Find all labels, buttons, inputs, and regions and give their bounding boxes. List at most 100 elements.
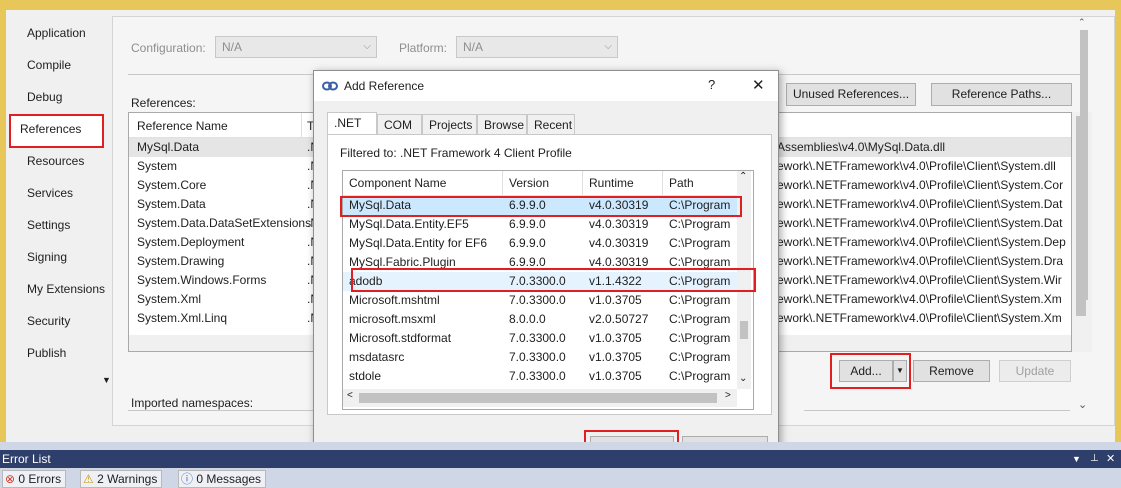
- messages-filter-button[interactable]: ⓘ 0 Messages: [178, 470, 267, 488]
- component-version: 7.0.3300.0: [509, 331, 566, 345]
- page-scroll-down-icon[interactable]: ⌄: [1078, 400, 1090, 411]
- tab-browse[interactable]: Browse: [477, 114, 527, 135]
- reference-name: System.Deployment: [137, 235, 245, 249]
- component-version: 7.0.3300.0: [509, 293, 566, 307]
- list-item[interactable]: MySql.Data.Entity.EF5 6.9.9.0 v4.0.30319…: [343, 215, 737, 234]
- error-list-title: Error List: [2, 452, 51, 466]
- error-list-titlebar: Error List ▼ ⊥ ✕: [0, 450, 1121, 468]
- remove-reference-button[interactable]: Remove: [913, 360, 990, 382]
- unused-references-button[interactable]: Unused References...: [786, 83, 916, 106]
- update-reference-button[interactable]: Update: [999, 360, 1071, 382]
- dropdown-icon[interactable]: ▼: [1072, 450, 1081, 468]
- reference-path: Assemblies\v4.0\MySql.Data.dll: [777, 140, 946, 154]
- component-version: 8.0.0.0: [509, 312, 546, 326]
- sidebar-item-label: Compile: [27, 58, 72, 72]
- messages-count: 0 Messages: [196, 472, 262, 486]
- column-header-reference-name[interactable]: Reference Name: [137, 119, 228, 133]
- sidebar-item-label: Publish: [27, 346, 67, 360]
- scrollbar-thumb[interactable]: [359, 393, 717, 403]
- reference-path: ework\.NETFramework\v4.0\Profile\Client\…: [777, 178, 1064, 192]
- column-header-component-name[interactable]: Component Name: [343, 171, 503, 195]
- component-list-horizontal-scrollbar[interactable]: < >: [343, 389, 737, 407]
- list-item[interactable]: Microsoft.stdformat 7.0.3300.0 v1.0.3705…: [343, 329, 737, 348]
- page-scroll-up-icon[interactable]: ⌃: [1078, 18, 1090, 27]
- imported-namespaces-label: Imported namespaces:: [131, 396, 254, 410]
- sidebar-item-my-extensions[interactable]: My Extensions: [16, 274, 110, 304]
- component-runtime: v4.0.30319: [589, 236, 649, 250]
- close-button[interactable]: ✕: [752, 76, 765, 94]
- component-path: C:\Program: [669, 312, 731, 326]
- properties-sidebar: Application Compile Debug References Res…: [6, 12, 112, 385]
- platform-select: N/A ⌵: [456, 36, 618, 58]
- sidebar-item-publish[interactable]: Publish: [16, 338, 110, 368]
- column-header-version[interactable]: Version: [503, 171, 583, 195]
- list-item[interactable]: microsoft.msxml 8.0.0.0 v2.0.50727 C:\Pr…: [343, 310, 737, 329]
- sidebar-scroll-down-icon[interactable]: ▼: [102, 375, 111, 385]
- link-icon: [322, 81, 338, 91]
- component-runtime: v1.0.3705: [589, 293, 642, 307]
- chevron-up-icon[interactable]: ⌃: [739, 171, 747, 182]
- tab-dotnet[interactable]: .NET: [327, 112, 377, 135]
- platform-value: N/A: [463, 40, 484, 54]
- divider: [804, 410, 1070, 411]
- chevron-left-icon[interactable]: <: [347, 390, 353, 401]
- component-path: C:\Program: [669, 293, 731, 307]
- platform-label: Platform:: [399, 41, 448, 55]
- component-name: msdatasrc: [349, 350, 405, 364]
- tab-label: Projects: [429, 118, 473, 132]
- sidebar-item-debug[interactable]: Debug: [16, 82, 110, 112]
- column-header-label: Version: [509, 176, 550, 190]
- dotnet-tab-panel: Filtered to: .NET Framework 4 Client Pro…: [327, 134, 772, 415]
- column-header-runtime[interactable]: Runtime: [583, 171, 663, 195]
- sidebar-item-label: Security: [27, 314, 71, 328]
- sidebar-item-signing[interactable]: Signing: [16, 242, 110, 272]
- tab-label: Recent: [534, 118, 573, 132]
- component-version: 6.9.9.0: [509, 236, 546, 250]
- references-label: References:: [131, 96, 196, 110]
- component-path: C:\Program: [669, 369, 731, 383]
- pin-icon[interactable]: ⊥: [1090, 450, 1099, 468]
- reference-path: ework\.NETFramework\v4.0\Profile\Client\…: [777, 216, 1063, 230]
- list-item[interactable]: MySql.Data.Entity for EF6 6.9.9.0 v4.0.3…: [343, 234, 737, 253]
- errors-filter-button[interactable]: ⊗ 0 Errors: [2, 470, 67, 488]
- column-divider: [301, 113, 302, 137]
- warnings-filter-button[interactable]: ⚠ 2 Warnings: [80, 470, 163, 488]
- reference-paths-button[interactable]: Reference Paths...: [931, 83, 1072, 106]
- sidebar-item-settings[interactable]: Settings: [16, 210, 110, 240]
- configuration-value: N/A: [222, 40, 243, 54]
- highlight-add-button: [830, 353, 911, 389]
- sidebar-item-application[interactable]: Application: [16, 18, 110, 48]
- chevron-down-icon[interactable]: ⌄: [739, 373, 747, 384]
- list-item[interactable]: stdole 7.0.3300.0 v1.0.3705 C:\Program: [343, 367, 737, 386]
- sidebar-item-label: Settings: [27, 218, 71, 232]
- sidebar-item-label: References: [20, 122, 82, 136]
- column-header-label: Runtime: [589, 176, 634, 190]
- page-scrollbar-thumb[interactable]: [1080, 30, 1088, 300]
- component-runtime: v1.0.3705: [589, 369, 642, 383]
- help-button[interactable]: ?: [708, 77, 715, 92]
- component-name: microsoft.msxml: [349, 312, 436, 326]
- column-header-path[interactable]: Path: [663, 171, 737, 195]
- list-item[interactable]: Microsoft.mshtml 7.0.3300.0 v1.0.3705 C:…: [343, 291, 737, 310]
- tab-com[interactable]: COM: [377, 114, 422, 135]
- sidebar-item-compile[interactable]: Compile: [16, 50, 110, 80]
- error-list-panel: Error List ▼ ⊥ ✕ ⊗ 0 Errors ⚠ 2 Warnings…: [0, 442, 1121, 488]
- scrollbar-thumb[interactable]: [740, 321, 748, 339]
- tab-projects[interactable]: Projects: [422, 114, 477, 135]
- sidebar-item-security[interactable]: Security: [16, 306, 110, 336]
- component-version: 6.9.9.0: [509, 217, 546, 231]
- component-name: Microsoft.mshtml: [349, 293, 440, 307]
- list-item[interactable]: msdatasrc 7.0.3300.0 v1.0.3705 C:\Progra…: [343, 348, 737, 367]
- chevron-right-icon[interactable]: >: [725, 390, 731, 401]
- reference-path: ework\.NETFramework\v4.0\Profile\Client\…: [777, 197, 1063, 211]
- highlight-mysql-data-row: [351, 268, 756, 292]
- reference-path: ework\.NETFramework\v4.0\Profile\Client\…: [777, 235, 1066, 249]
- tab-recent[interactable]: Recent: [527, 114, 575, 135]
- component-runtime: v4.0.30319: [589, 217, 649, 231]
- sidebar-item-services[interactable]: Services: [16, 178, 110, 208]
- sidebar-item-label: Signing: [27, 250, 68, 264]
- sidebar-item-resources[interactable]: Resources: [16, 146, 110, 176]
- close-icon[interactable]: ✕: [1106, 450, 1115, 468]
- reference-name: System: [137, 159, 178, 173]
- sidebar-item-references[interactable]: References: [9, 114, 104, 148]
